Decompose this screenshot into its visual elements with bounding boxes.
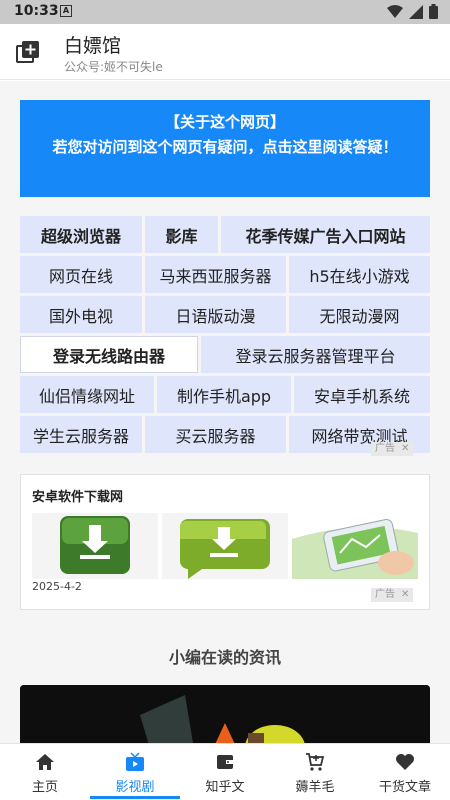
- grid-link[interactable]: 登录无线路由器: [20, 336, 198, 373]
- active-tab-indicator: [90, 796, 180, 799]
- grid-link[interactable]: 日语版动漫: [145, 296, 286, 333]
- link-grid: 超级浏览器 影库 花季传媒广告入口网站 网页在线 马来西亚服务器 h5在线小游戏…: [20, 216, 430, 456]
- status-bar: 10:33 A: [0, 0, 450, 24]
- bottom-navigation: 主页 影视剧 知乎文 薅羊毛 干货文章: [0, 743, 450, 800]
- notice-title: 【关于这个网页】: [164, 113, 285, 131]
- battery-icon: [429, 4, 438, 19]
- status-time: 10:33: [14, 3, 59, 19]
- main-content[interactable]: 【关于这个网页】 若您对访问到这个网页有疑问，点击这里阅读答疑！ 超级浏览器 影…: [0, 81, 450, 743]
- grid-link[interactable]: h5在线小游戏: [289, 256, 430, 293]
- home-icon: [36, 754, 54, 770]
- ad-title: 安卓软件下载网: [32, 490, 124, 505]
- grid-link[interactable]: 买云服务器: [145, 416, 286, 453]
- grid-link[interactable]: 安卓手机系统: [294, 376, 430, 413]
- grid-link[interactable]: 制作手机app: [157, 376, 291, 413]
- grid-link[interactable]: 影库: [145, 216, 218, 253]
- phone-map-icon: [292, 513, 418, 579]
- nav-label: 主页: [31, 780, 58, 795]
- grid-link[interactable]: 登录云服务器管理平台: [201, 336, 430, 373]
- app-subtitle: 公众号:姬不可失le: [64, 60, 163, 74]
- ad-date: 2025-4-2: [32, 580, 82, 593]
- article-video-thumbnail[interactable]: [20, 685, 430, 743]
- ad-tag-text: 广告: [375, 443, 395, 454]
- nav-item-zhihu[interactable]: 知乎文: [180, 744, 270, 800]
- grid-row: 仙侣情缘网址 制作手机app 安卓手机系统: [20, 376, 430, 413]
- cart-icon: [306, 753, 325, 771]
- notification-a-icon: A: [60, 5, 72, 17]
- grid-row: 学生云服务器 买云服务器 网络带宽测试: [20, 416, 430, 453]
- grid-link[interactable]: 国外电视: [20, 296, 142, 333]
- nav-label: 干货文章: [378, 780, 431, 795]
- download-box-icon: [60, 516, 130, 574]
- grid-link[interactable]: 超级浏览器: [20, 216, 142, 253]
- download-bubble-icon: [180, 519, 270, 579]
- nav-label: 知乎文: [205, 780, 245, 795]
- nav-item-tv[interactable]: 影视剧: [90, 744, 180, 800]
- heart-icon: [396, 754, 414, 770]
- nav-item-deals[interactable]: 薅羊毛: [270, 744, 360, 800]
- close-icon[interactable]: ✕: [401, 442, 409, 456]
- wifi-icon: [387, 4, 403, 18]
- grid-link[interactable]: 马来西亚服务器: [145, 256, 286, 293]
- grid-link[interactable]: 学生云服务器: [20, 416, 142, 453]
- notice-banner[interactable]: 【关于这个网页】 若您对访问到这个网页有疑问，点击这里阅读答疑！: [20, 100, 430, 197]
- nav-label: 影视剧: [115, 780, 155, 795]
- wallet-icon: [217, 755, 233, 769]
- grid-row: 网页在线 马来西亚服务器 h5在线小游戏: [20, 256, 430, 293]
- ad-image-download-bubble: [162, 513, 288, 579]
- grid-row: 登录无线路由器 登录云服务器管理平台: [20, 336, 430, 373]
- ad-card[interactable]: 安卓软件下载网 2025-4-2: [20, 474, 430, 610]
- ad-image-download-box: [32, 513, 158, 579]
- grid-link[interactable]: 网页在线: [20, 256, 142, 293]
- nav-item-home[interactable]: 主页: [0, 744, 90, 800]
- grid-link[interactable]: 仙侣情缘网址: [20, 376, 154, 413]
- ad-image-phone-map: [292, 513, 418, 579]
- ad-tag-text: 广告: [375, 589, 395, 600]
- grid-row: 国外电视 日语版动漫 无限动漫网: [20, 296, 430, 333]
- notice-text: 若您对访问到这个网页有疑问，点击这里阅读答疑！: [52, 138, 398, 156]
- grid-row: 超级浏览器 影库 花季传媒广告入口网站: [20, 216, 430, 253]
- ad-label[interactable]: 广告 ✕: [371, 442, 414, 456]
- ad-label[interactable]: 广告 ✕: [371, 588, 414, 602]
- close-icon[interactable]: ✕: [401, 588, 409, 602]
- video-thumbnail-image: [20, 685, 430, 743]
- app-bar: 白嫖馆 公众号:姬不可失le: [0, 24, 450, 80]
- nav-label: 薅羊毛: [295, 780, 335, 795]
- grid-link[interactable]: 花季传媒广告入口网站: [221, 216, 430, 253]
- signal-icon: [409, 4, 423, 19]
- app-title: 白嫖馆: [64, 35, 122, 57]
- nav-item-articles[interactable]: 干货文章: [360, 744, 450, 800]
- grid-link[interactable]: 无限动漫网: [289, 296, 430, 333]
- tv-icon: [126, 752, 144, 771]
- section-title: 小编在读的资讯: [168, 648, 281, 667]
- add-library-icon[interactable]: [16, 40, 40, 64]
